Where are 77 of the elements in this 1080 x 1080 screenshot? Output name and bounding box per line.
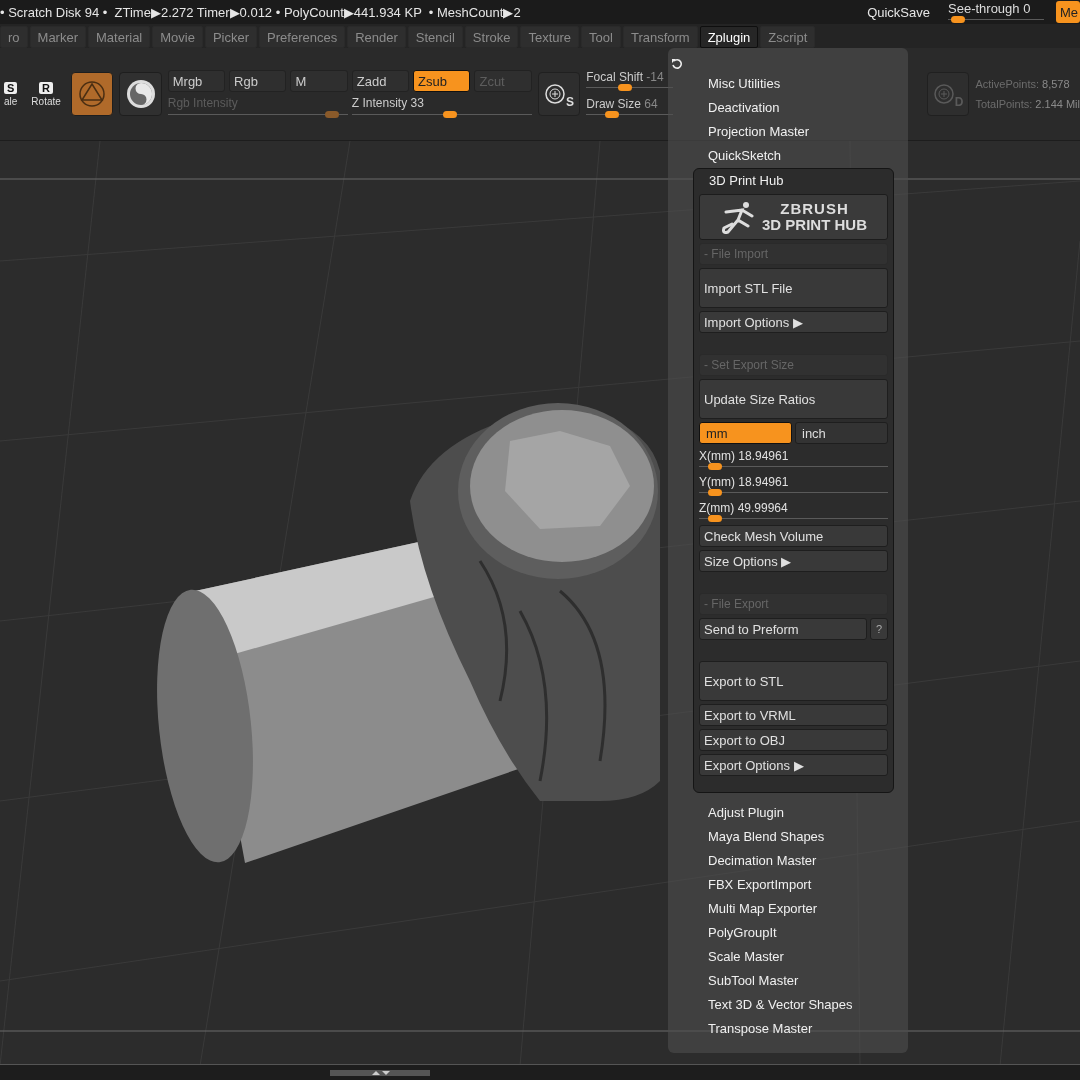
status-text: • Scratch Disk 94 • ZTime▶2.272 Timer▶0.012 • PolyCount▶441.934 KP • MeshCount▶2 xyxy=(0,4,521,20)
menu-item[interactable]: Text 3D & Vector Shapes xyxy=(668,993,853,1017)
menu-item[interactable]: Maya Blend Shapes xyxy=(668,825,825,849)
menu-tab[interactable]: Stencil xyxy=(407,26,463,48)
menu-tab[interactable]: Texture xyxy=(520,26,580,48)
menu-tab[interactable]: Zplugin xyxy=(699,26,759,48)
scroll-handle-icon[interactable] xyxy=(330,1068,430,1077)
panel-button[interactable]: Export to STL xyxy=(699,661,888,701)
transform-button[interactable]: S ale xyxy=(0,81,22,107)
unit-option[interactable]: inch xyxy=(795,422,888,444)
channel-button[interactable]: Zsub xyxy=(413,70,471,92)
menu-item[interactable]: Decimation Master xyxy=(668,849,817,873)
slider-thumb[interactable] xyxy=(443,111,458,118)
draw-icon xyxy=(77,79,108,109)
unit-option[interactable]: mm xyxy=(699,422,792,444)
slider-thumb[interactable] xyxy=(951,15,966,23)
menu-item[interactable]: SubTool Master xyxy=(668,969,799,993)
menu-tab[interactable]: Tool xyxy=(581,26,621,48)
slider-label: Draw Size 64 xyxy=(586,97,659,111)
sphere-icon xyxy=(124,78,157,110)
menu-item[interactable]: FBX ExportImport xyxy=(668,873,812,897)
menu-tab[interactable]: Transform xyxy=(622,26,698,48)
panel-button[interactable]: Export Options ▶ xyxy=(699,754,888,776)
slider-label: Z Intensity 33 xyxy=(351,96,425,110)
menu-item[interactable]: Misc Utilities xyxy=(668,72,781,96)
slider-label: Z(mm) 49.99964 xyxy=(699,501,789,515)
refresh-icon[interactable] xyxy=(671,58,683,70)
logo-button[interactable]: ZBRUSH 3D PRINT HUB xyxy=(699,194,888,240)
stat-text: TotalPoints: 2.144 Mil xyxy=(975,98,1080,110)
menu-tab[interactable]: Movie xyxy=(152,26,203,48)
panel-button[interactable]: Update Size Ratios xyxy=(699,379,888,419)
transform-button[interactable]: R Rotate xyxy=(27,81,65,107)
menu-item[interactable]: Projection Master xyxy=(668,120,810,144)
slider-thumb[interactable] xyxy=(707,489,722,496)
brush-button[interactable]: S xyxy=(537,72,581,116)
menu-tab[interactable]: Stroke xyxy=(464,26,519,48)
menu-tab[interactable]: ro xyxy=(0,26,28,48)
brush-target-icon xyxy=(544,83,567,105)
slider-label: Focal Shift -14 xyxy=(586,70,665,84)
quicksave-button[interactable]: QuickSave xyxy=(861,4,936,20)
menu-tab[interactable]: Material xyxy=(88,26,151,48)
menu-item[interactable]: 3D Print Hub xyxy=(699,171,794,191)
menu-button[interactable]: Me xyxy=(1056,1,1080,23)
slider-thumb[interactable] xyxy=(707,515,722,522)
channel-button[interactable]: M xyxy=(290,70,348,92)
menu-item[interactable]: QuickSketch xyxy=(668,144,781,168)
slider-label: Y(mm) 18.94961 xyxy=(699,475,790,489)
panel-button[interactable]: Export to OBJ xyxy=(699,729,888,751)
brush-target-icon xyxy=(932,83,955,105)
channel-button[interactable]: Mrgb xyxy=(167,70,226,92)
see-through-label: See-through 0 xyxy=(948,1,1032,16)
slider-thumb[interactable] xyxy=(605,111,620,118)
menu-tab[interactable]: Picker xyxy=(204,26,258,48)
menu-tab[interactable]: Marker xyxy=(29,26,86,48)
menu-item[interactable]: Multi Map Exporter xyxy=(668,897,818,921)
panel-button[interactable]: Size Options ▶ xyxy=(699,550,888,572)
menu-tab[interactable]: Zscript xyxy=(760,26,816,48)
panel-button[interactable]: Import STL File xyxy=(699,268,888,308)
menu-item[interactable]: Transpose Master xyxy=(668,1017,813,1041)
menu-item[interactable]: Adjust Plugin xyxy=(668,801,784,825)
slider-thumb[interactable] xyxy=(707,463,722,470)
help-button[interactable]: ? xyxy=(870,618,888,640)
slider-label: X(mm) 18.94961 xyxy=(699,449,790,463)
menu-item[interactable]: PolyGroupIt xyxy=(668,921,777,945)
menu-item[interactable]: Deactivation xyxy=(668,96,780,120)
channel-button[interactable]: Rgb xyxy=(229,70,287,92)
mode-button[interactable] xyxy=(119,72,162,116)
panel-button[interactable]: Import Options ▶ xyxy=(699,311,888,333)
panel-button[interactable]: Check Mesh Volume xyxy=(699,525,888,547)
panel-button[interactable]: Export to VRML xyxy=(699,704,888,726)
menu-tab[interactable]: Render xyxy=(347,26,406,48)
slider-thumb[interactable] xyxy=(617,84,632,91)
stat-text: ActivePoints: 8,578 xyxy=(975,78,1071,90)
menu-tab[interactable]: Preferences xyxy=(259,26,346,48)
panel-button[interactable]: Send to Preform xyxy=(699,618,867,640)
menu-item[interactable]: Scale Master xyxy=(668,945,784,969)
channel-button[interactable]: Zadd xyxy=(351,70,410,92)
